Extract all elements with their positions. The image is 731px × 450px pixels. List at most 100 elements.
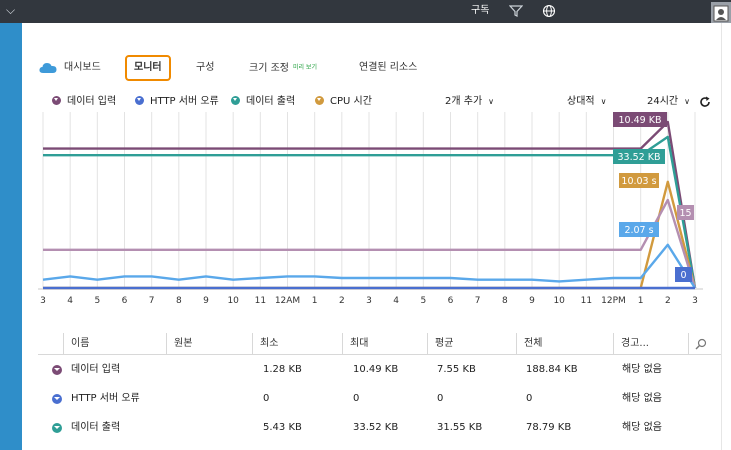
cell-avg: 7.55 KB <box>437 364 476 375</box>
x-tick-label: 10 <box>227 296 239 306</box>
x-tick-label: 2 <box>665 296 671 306</box>
cell-name: 데이터 입력 <box>71 364 121 375</box>
row-color-dot-icon <box>52 423 62 433</box>
chevron-down-icon: ∨ <box>684 97 690 106</box>
legend-item-cpu-time[interactable]: CPU 시간 <box>315 94 372 110</box>
cloud-icon <box>39 63 57 73</box>
header-max[interactable]: 최대 <box>342 333 427 355</box>
table-row[interactable]: 데이터 출력 5.43 KB 33.52 KB 31.55 KB 78.79 K… <box>38 413 721 442</box>
x-tick-label: 1 <box>638 296 644 306</box>
add-metrics-dropdown[interactable]: 2개 추가 ∨ <box>445 94 494 110</box>
header-name[interactable]: 이름 <box>63 333 166 355</box>
cell-avg: 0 <box>437 393 444 404</box>
cell-avg: 31.55 KB <box>437 422 483 433</box>
chevron-down-icon[interactable]: ⌵ <box>6 3 20 17</box>
legend-label: HTTP 서버 오류 <box>150 96 219 107</box>
legend-label: 데이터 입력 <box>67 96 117 107</box>
tab-dashboard[interactable]: 대시보드 <box>64 55 101 81</box>
x-tick-label: 12PM <box>601 296 626 306</box>
refresh-icon[interactable] <box>699 96 711 108</box>
time-range-label: 24시간 <box>647 96 679 107</box>
series-callout-label: 33.52 KB <box>618 152 661 163</box>
cell-total: 78.79 KB <box>526 422 572 433</box>
cell-alert: 해당 없음 <box>622 393 662 404</box>
series-callout-label: 10.03 s <box>621 176 656 187</box>
cell-min: 0 <box>263 393 270 404</box>
cell-alert: 해당 없음 <box>622 422 662 433</box>
metrics-chart[interactable]: 3 4 5 6 7 8 9 10 11 12AM 1 2 3 4 5 6 7 8 9 10 11 12PM 1 2 3 10.49… <box>38 112 703 306</box>
x-tick-label: 3 <box>692 296 698 306</box>
x-tick-label: 5 <box>94 296 100 306</box>
cell-name: HTTP 서버 오류 <box>71 393 140 404</box>
legend-item-data-in[interactable]: 데이터 입력 <box>52 94 116 110</box>
chevron-down-icon: ∨ <box>600 97 607 106</box>
relative-label: 상대적 <box>567 96 595 107</box>
x-tick-label: 12AM <box>275 296 300 306</box>
cell-max: 33.52 KB <box>353 422 399 433</box>
user-icon <box>713 5 729 22</box>
cell-total: 0 <box>526 393 533 404</box>
legend-dot-icon <box>52 96 61 105</box>
x-tick-label: 5 <box>420 296 426 306</box>
header-total[interactable]: 전체 <box>516 333 613 355</box>
cell-total: 188.84 KB <box>526 364 578 375</box>
tab-scale[interactable]: 크기 조정 미리 보기 <box>249 55 317 81</box>
x-tick-label: 9 <box>529 296 535 306</box>
x-tick-label: 3 <box>366 296 372 306</box>
tab-configure[interactable]: 구성 <box>196 55 214 81</box>
legend-dot-icon <box>315 96 324 105</box>
legend-dot-icon <box>135 96 144 105</box>
top-bar: ⌵ 구독 <box>0 0 731 23</box>
header-avg[interactable]: 평균 <box>427 333 516 355</box>
x-tick-label: 4 <box>393 296 399 306</box>
preview-badge: 미리 보기 <box>292 64 317 71</box>
x-tick-label: 7 <box>149 296 155 306</box>
series-callout-label: 15 <box>679 208 691 219</box>
table-row[interactable]: HTTP 서버 오류 0 0 0 0 해당 없음 <box>38 384 721 413</box>
chevron-down-icon: ∨ <box>488 97 495 106</box>
legend-dot-icon <box>231 96 240 105</box>
series-callout-label: 2.07 s <box>624 225 653 236</box>
tab-scale-label: 크기 조정 <box>249 63 289 74</box>
cell-alert: 해당 없음 <box>622 364 662 375</box>
metrics-table: 이름 원본 최소 최대 평균 전체 경고... 데이터 입력 1.28 KB 1… <box>38 333 721 442</box>
cell-min: 1.28 KB <box>263 364 302 375</box>
search-icon <box>695 338 707 350</box>
series-callout-label: 10.49 KB <box>619 115 662 126</box>
filter-icon[interactable] <box>509 4 523 18</box>
x-tick-label: 11 <box>255 296 266 306</box>
cell-name: 데이터 출력 <box>71 422 121 433</box>
add-metrics-label: 2개 추가 <box>445 96 483 107</box>
table-row[interactable]: 데이터 입력 1.28 KB 10.49 KB 7.55 KB 188.84 K… <box>38 355 721 384</box>
x-tick-label: 8 <box>502 296 508 306</box>
row-color-dot-icon <box>52 394 62 404</box>
avatar[interactable] <box>711 2 731 23</box>
cell-min: 5.43 KB <box>263 422 302 433</box>
chart-legend: 데이터 입력 HTTP 서버 오류 데이터 출력 CPU 시간 2개 추가 ∨ 상… <box>22 94 721 110</box>
x-tick-label: 6 <box>448 296 454 306</box>
tab-linked-resources[interactable]: 연결된 리소스 <box>359 55 417 81</box>
row-color-dot-icon <box>52 365 62 375</box>
x-tick-label: 6 <box>122 296 128 306</box>
tab-bar: 대시보드 모니터 구성 크기 조정 미리 보기 연결된 리소스 <box>22 55 721 81</box>
tab-monitor[interactable]: 모니터 <box>125 55 171 81</box>
relative-dropdown[interactable]: 상대적 ∨ <box>567 94 606 110</box>
header-source[interactable]: 원본 <box>166 333 252 355</box>
x-tick-label: 4 <box>67 296 73 306</box>
x-tick-label: 1 <box>312 296 318 306</box>
legend-item-data-out[interactable]: 데이터 출력 <box>231 94 295 110</box>
right-edge <box>721 23 731 450</box>
x-tick-label: 2 <box>339 296 345 306</box>
legend-label: CPU 시간 <box>330 96 372 107</box>
header-alert[interactable]: 경고... <box>613 333 688 355</box>
x-tick-label: 9 <box>203 296 209 306</box>
header-search[interactable] <box>688 333 721 355</box>
legend-item-http-errors[interactable]: HTTP 서버 오류 <box>135 94 219 110</box>
time-range-dropdown[interactable]: 24시간 ∨ <box>647 94 690 110</box>
x-tick-label: 11 <box>581 296 592 306</box>
cell-max: 10.49 KB <box>353 364 399 375</box>
header-min[interactable]: 최소 <box>252 333 342 355</box>
x-tick-label: 10 <box>553 296 565 306</box>
subscription-filter[interactable]: 구독 <box>471 4 489 18</box>
globe-icon[interactable] <box>542 4 556 18</box>
